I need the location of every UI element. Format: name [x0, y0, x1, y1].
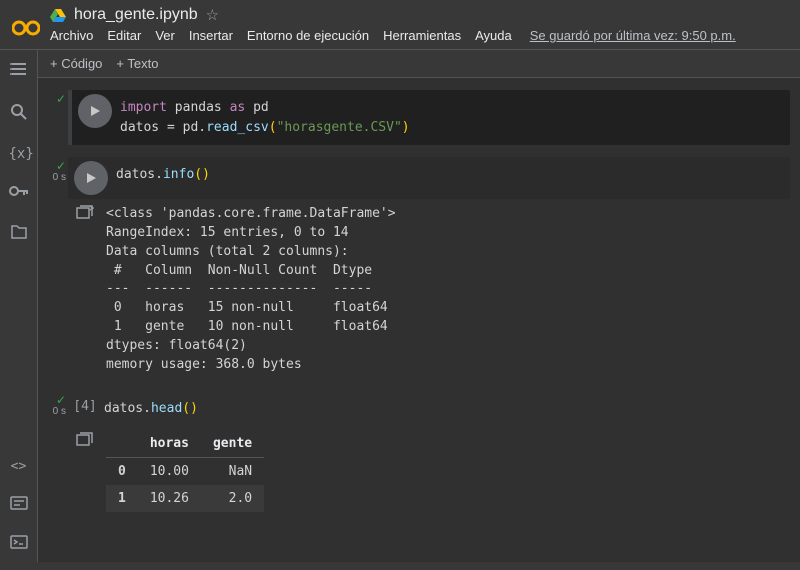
check-icon: ✓: [56, 159, 66, 173]
menu-ayuda[interactable]: Ayuda: [475, 28, 512, 43]
dataframe-table: horas gente 0 10.00 NaN 1: [106, 430, 264, 512]
run-button[interactable]: [78, 94, 112, 128]
exec-count: [4]: [68, 391, 102, 414]
notebook-area[interactable]: ✓ import pandas as pd datos = pd.read_cs…: [38, 78, 800, 562]
menu-editar[interactable]: Editar: [107, 28, 141, 43]
col-header: gente: [201, 430, 264, 458]
variables-icon[interactable]: {x}: [9, 146, 29, 162]
left-rail: {x} <>: [0, 50, 38, 562]
menu-insertar[interactable]: Insertar: [189, 28, 233, 43]
add-text-button[interactable]: + Texto: [116, 56, 158, 71]
terminal-icon[interactable]: [9, 535, 29, 552]
table-row: 1 10.26 2.0: [106, 485, 264, 512]
check-icon: ✓: [56, 393, 66, 407]
document-title[interactable]: hora_gente.ipynb: [74, 6, 198, 24]
code-cell[interactable]: ✓0 s datos.info() <class 'pandas.core.fr…: [48, 157, 790, 379]
exec-time: 0 s: [53, 407, 66, 417]
cell-output: horas gente 0 10.00 NaN 1: [68, 426, 790, 512]
check-icon: ✓: [56, 92, 66, 106]
search-icon[interactable]: [9, 103, 29, 124]
code-cell[interactable]: ✓ import pandas as pd datos = pd.read_cs…: [48, 90, 790, 145]
colab-logo: [12, 19, 40, 37]
toolbar: + Código + Texto: [38, 50, 800, 78]
cell-output: <class 'pandas.core.frame.DataFrame'> Ra…: [68, 199, 790, 379]
menu-herramientas[interactable]: Herramientas: [383, 28, 461, 43]
menu-bar: Archivo Editar Ver Insertar Entorno de e…: [50, 24, 788, 49]
cell-input[interactable]: datos.info(): [68, 157, 790, 199]
menu-ver[interactable]: Ver: [155, 28, 175, 43]
add-code-button[interactable]: + Código: [50, 56, 102, 71]
table-row: 0 10.00 NaN: [106, 458, 264, 486]
files-icon[interactable]: [9, 223, 29, 244]
run-button[interactable]: [74, 161, 108, 195]
secrets-icon[interactable]: [9, 184, 29, 201]
code-editor[interactable]: datos.head(): [102, 391, 204, 427]
output-toggle-icon[interactable]: [76, 205, 94, 222]
col-header: horas: [138, 430, 201, 458]
code-editor[interactable]: import pandas as pd datos = pd.read_csv(…: [118, 90, 416, 145]
code-cell[interactable]: ✓0 s [4] datos.head(): [48, 391, 790, 513]
cell-input[interactable]: [4] datos.head(): [68, 391, 790, 427]
code-editor[interactable]: datos.info(): [114, 157, 216, 193]
drive-icon: [50, 7, 66, 23]
command-palette-icon[interactable]: [9, 496, 29, 513]
toc-icon[interactable]: [9, 60, 29, 81]
star-icon[interactable]: ☆: [206, 6, 219, 24]
menu-archivo[interactable]: Archivo: [50, 28, 93, 43]
exec-time: 0 s: [53, 173, 66, 183]
cell-input[interactable]: import pandas as pd datos = pd.read_csv(…: [68, 90, 790, 145]
menu-entorno[interactable]: Entorno de ejecución: [247, 28, 369, 43]
output-toggle-icon[interactable]: [76, 432, 94, 449]
save-status[interactable]: Se guardó por última vez: 9:50 p.m.: [530, 28, 736, 43]
output-text: <class 'pandas.core.frame.DataFrame'> Ra…: [102, 203, 396, 379]
code-snippets-icon[interactable]: <>: [9, 459, 29, 474]
